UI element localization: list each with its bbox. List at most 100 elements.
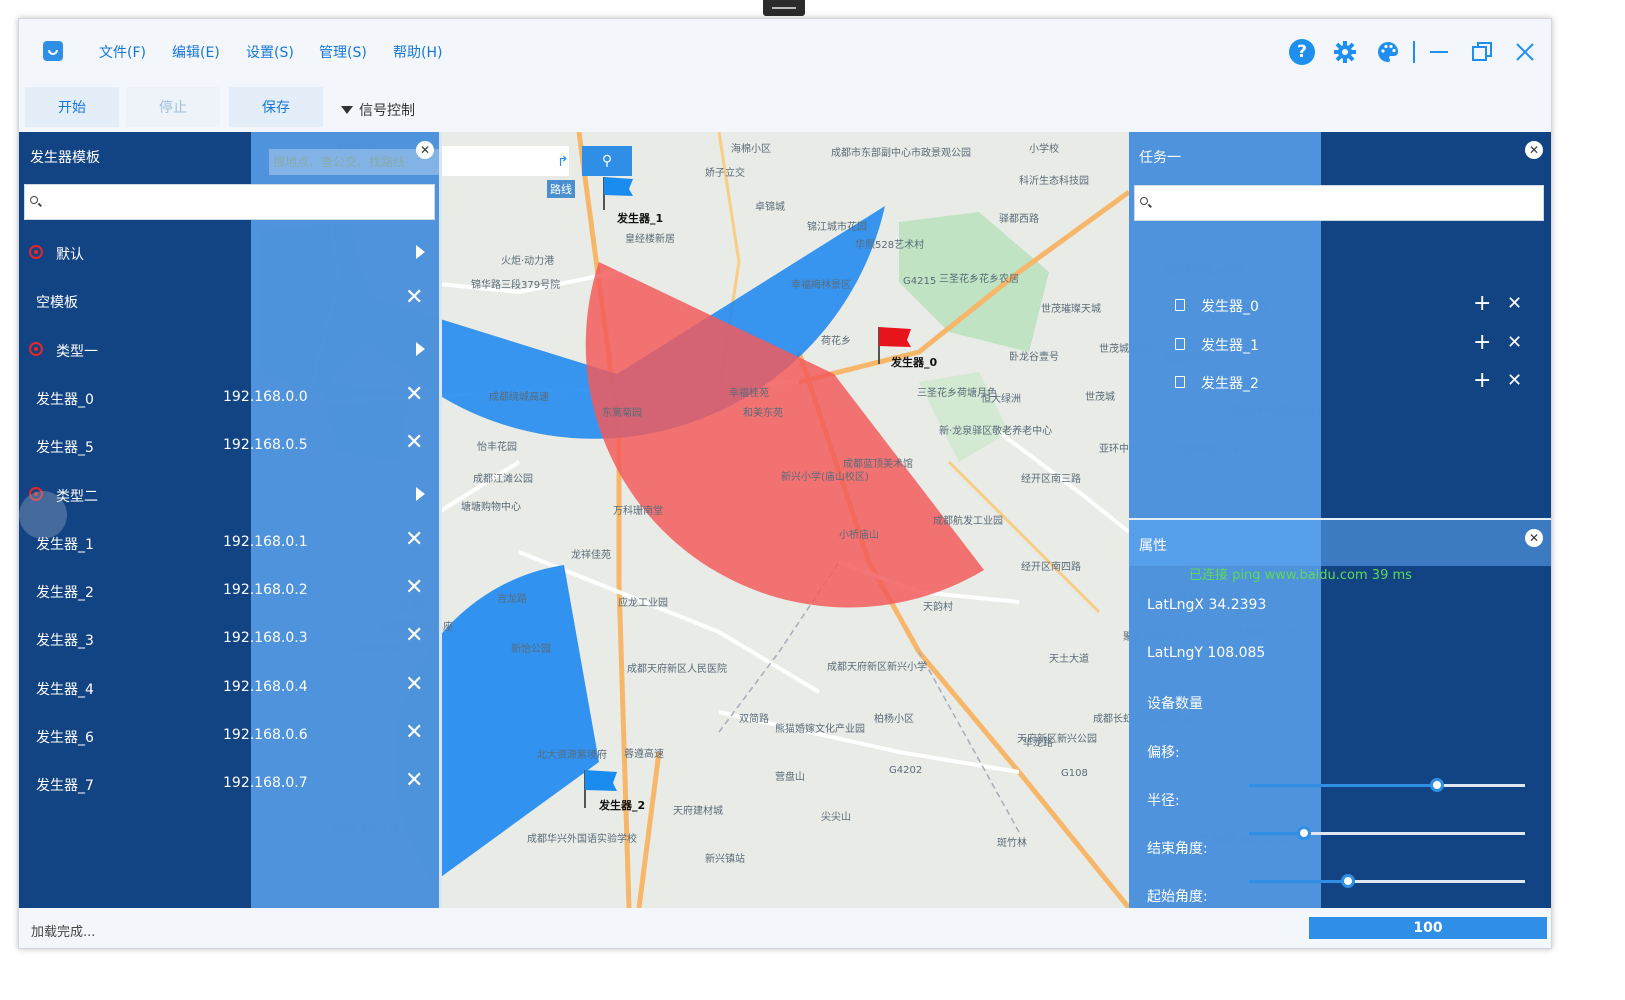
menu-settings[interactable]: 设置(S) [246,42,294,62]
progress-bar: 100 [1309,917,1547,939]
map-poi-label: G4202 [889,765,923,776]
template-item-row[interactable]: 发生器_3 192.168.0.3 ✕ [19,615,439,663]
document-icon [1175,299,1185,311]
save-button[interactable]: 保存 [229,87,323,127]
end-angle-label: 结束角度: [1147,841,1208,857]
delete-icon[interactable]: ✕ [405,722,423,744]
task-name: 发生器_2 [1201,376,1259,392]
offset-slider-thumb[interactable] [1429,778,1444,792]
delete-icon[interactable]: ✕ [405,770,423,792]
template-item-row[interactable]: 空模板 ✕ [19,277,439,325]
start-button[interactable]: 开始 [25,87,119,127]
map-poi-label: 成都航发工业园 [933,516,1003,527]
menu-file[interactable]: 文件(F) [99,42,146,62]
map-poi-label: 成都天府新区人民医院 [627,664,727,675]
route-label[interactable]: 路线 [547,180,575,198]
map-search-button[interactable]: ⚲ [582,146,632,176]
template-item-row[interactable]: 发生器_6 192.168.0.6 ✕ [19,712,439,760]
template-item-row[interactable]: 发生器_2 192.168.0.2 ✕ [19,567,439,615]
map-poi-label: 成都市东部副中心市政景观公园 [831,148,971,159]
template-name: 发生器_3 [36,633,94,650]
map-poi-label: 卧龙谷壹号 [1009,352,1059,363]
map-poi-label: G4215 [903,276,937,287]
gear-icon[interactable] [1332,39,1358,65]
template-group-row[interactable]: 类型二 [19,471,439,519]
window-drag-handle[interactable] [763,0,805,16]
template-item-row[interactable]: 发生器_7 192.168.0.7 ✕ [19,760,439,808]
template-group-row[interactable]: 类型一 [19,326,439,374]
map-poi-label: 卓锦城 [755,202,785,213]
template-item-row[interactable]: 发生器_5 192.168.0.5 ✕ [19,422,439,470]
add-icon[interactable]: + [1473,330,1491,355]
app-window: 文件(F) 编辑(E) 设置(S) 管理(S) 帮助(H) ? 开始 停止 保存… [18,18,1552,949]
panel-divider[interactable] [439,132,442,908]
menu-edit[interactable]: 编辑(E) [172,42,220,62]
expand-arrow-icon[interactable] [416,341,425,356]
task-row[interactable]: 发生器_2 + ✕ [1129,364,1551,402]
delete-icon[interactable]: ✕ [405,528,423,551]
template-group-row[interactable]: 默认 [19,229,439,277]
template-item-row[interactable]: 发生器_1 192.168.0.1 ✕ [19,519,439,567]
remove-icon[interactable]: ✕ [1507,332,1522,353]
stop-button[interactable]: 停止 [126,87,220,127]
search-icon [1140,197,1148,205]
map-poi-label: 新·龙泉驿区敬老养老中心 [939,426,1053,437]
minimize-icon[interactable] [1426,39,1452,65]
map-poi-label: 斑竹林 [997,838,1027,849]
delete-icon[interactable]: ✕ [405,432,423,454]
target-icon [29,245,43,259]
map-search-clear-icon[interactable]: ✕ [416,141,434,159]
target-icon [29,341,43,356]
map-flag-label-2: 发生器_2 [599,799,646,812]
remove-icon[interactable]: ✕ [1507,370,1522,391]
map-poi-label: 吉龙路 [497,594,527,605]
menu-help[interactable]: 帮助(H) [393,42,442,62]
flag-blue-icon-top [603,177,633,210]
task-search-input[interactable] [1134,185,1544,221]
map-poi-label: 成都蓝顶美术馆 [843,459,913,470]
add-icon[interactable]: + [1473,368,1491,393]
delete-icon[interactable]: ✕ [405,577,423,599]
collapse-handle-icon[interactable] [19,491,67,539]
map-search-input[interactable]: 搜地点、查公交、找路线 [269,149,439,175]
end-angle-slider-thumb[interactable] [1341,874,1356,888]
expand-arrow-icon[interactable] [416,486,425,501]
template-item-row[interactable]: 发生器_0 192.168.0.0 ✕ [19,374,439,422]
properties-close-icon[interactable]: ✕ [1525,529,1543,547]
map-poi-label: 东篱菊园 [602,408,642,419]
route-arrow-icon[interactable]: ↱ [557,154,569,170]
menu-manage[interactable]: 管理(S) [319,42,367,62]
remove-icon[interactable]: ✕ [1507,293,1522,314]
task-row[interactable]: 发生器_0 + ✕ [1129,287,1551,325]
map-poi-label: 新兴镇站 [705,854,745,865]
template-ip: 192.168.0.3 [223,630,308,647]
palette-icon[interactable] [1375,39,1401,65]
map-flag-label-0: 发生器_0 [891,356,938,369]
task-panel-close-icon[interactable]: ✕ [1525,141,1543,159]
add-icon[interactable]: + [1473,291,1491,316]
delete-icon[interactable]: ✕ [405,625,423,647]
template-name: 默认 [56,247,84,263]
expand-arrow-icon[interactable] [416,245,425,259]
map-poi-label: 应龙工业园 [618,598,668,609]
map-poi-label: 天府建材城 [673,806,723,817]
delete-icon[interactable]: ✕ [405,673,423,696]
task-row[interactable]: 发生器_1 + ✕ [1129,326,1551,364]
restore-icon[interactable] [1469,39,1495,65]
task-name: 发生器_0 [1201,299,1259,315]
delete-icon[interactable]: ✕ [405,287,423,309]
map-poi-label: 皇经楼新居 [625,234,675,245]
template-item-row[interactable]: 发生器_4 192.168.0.4 ✕ [19,664,439,712]
template-search-input[interactable] [24,184,435,220]
template-ip: 192.168.0.2 [223,582,308,599]
triangle-down-icon [341,106,353,114]
map-poi-label: 新兴小学(庙山校区) [781,472,869,483]
close-icon[interactable] [1512,39,1538,65]
toolbar: 开始 停止 保存 信号控制 [19,83,1551,132]
signal-control-dropdown[interactable]: 信号控制 [341,100,415,120]
map-route-box[interactable] [439,146,569,176]
map-poi-label: 华龙路 [1023,738,1053,749]
properties-title: 属性 [1139,538,1167,554]
delete-icon[interactable]: ✕ [405,383,423,406]
help-icon[interactable]: ? [1289,39,1315,65]
